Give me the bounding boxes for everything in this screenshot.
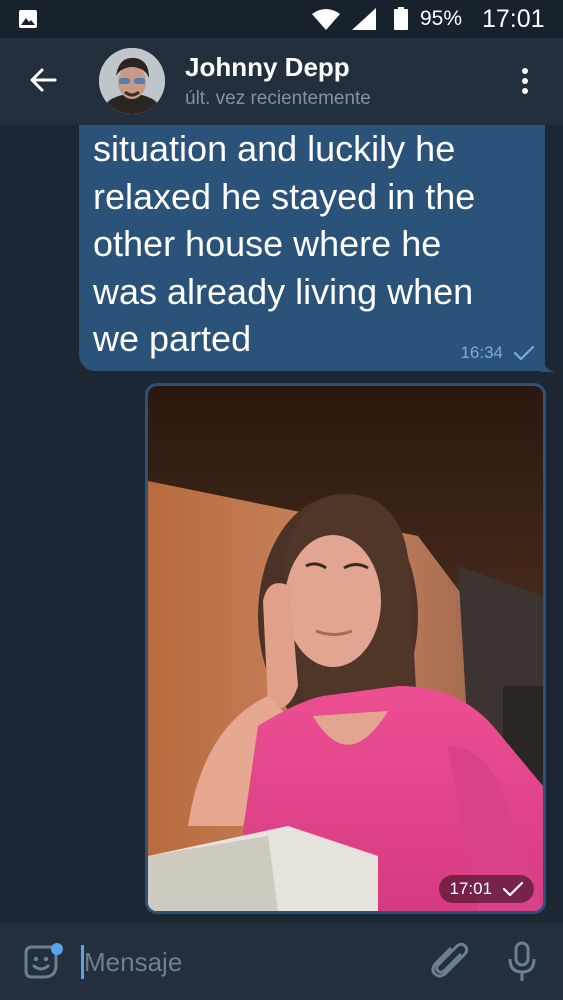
battery-icon (394, 7, 408, 30)
message-time: 16:34 (460, 343, 503, 362)
photo-image[interactable] (148, 386, 543, 911)
wifi-icon (312, 9, 340, 30)
sent-check-icon (502, 881, 524, 897)
message-input-bar (0, 923, 563, 1000)
attach-icon[interactable] (430, 941, 470, 983)
contact-last-seen: últ. vez recientemente (185, 88, 371, 109)
photo-meta: 17:01 (439, 875, 534, 903)
photo-time: 17:01 (449, 879, 492, 898)
battery-percentage: 95% (420, 7, 463, 30)
outgoing-message-bubble[interactable]: situation and luckily he relaxed he stay… (79, 125, 545, 371)
message-text: situation and luckily he relaxed he stay… (93, 125, 533, 363)
back-arrow-icon[interactable] (27, 64, 59, 96)
outgoing-photo-message[interactable]: 17:01 (145, 383, 546, 914)
message-line: situation and luckily he (93, 128, 456, 169)
message-meta: 16:34 (460, 343, 535, 363)
contact-name[interactable]: Johnny Depp (185, 52, 350, 83)
bubble-tail (540, 355, 556, 372)
message-line: relaxed he stayed in the (93, 175, 476, 217)
avatar[interactable] (99, 48, 165, 114)
chat-header: Johnny Depp últ. vez recientemente (0, 38, 563, 125)
sticker-icon[interactable] (22, 943, 64, 985)
signal-icon (352, 8, 376, 30)
more-vertical-icon[interactable] (512, 66, 538, 96)
message-input[interactable] (84, 943, 384, 981)
message-line: was already living when (93, 270, 474, 312)
status-bar: 95% 17:01 (0, 0, 563, 38)
status-time: 17:01 (482, 5, 545, 33)
message-line: other house where he (93, 223, 442, 264)
mic-icon[interactable] (506, 941, 538, 983)
sent-check-icon (513, 345, 535, 361)
gallery-icon (19, 10, 37, 28)
